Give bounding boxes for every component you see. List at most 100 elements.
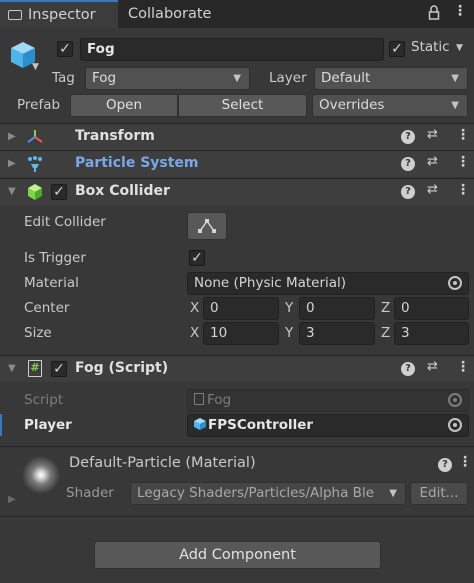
tab-bar: Inspector Collaborate ⋮ (0, 0, 474, 28)
active-checkbox[interactable]: ✓ (57, 41, 73, 57)
player-value: FPSController (208, 417, 314, 433)
icon-dropdown-arrow-icon[interactable]: ▼ (32, 62, 39, 72)
tag-label: Tag (52, 70, 75, 86)
material-divider (0, 446, 474, 447)
center-z-label: Z (381, 300, 391, 316)
box-collider-menu-icon[interactable]: ⋮ (456, 182, 470, 198)
static-dropdown-icon[interactable]: ▼ (456, 43, 463, 53)
add-component-button[interactable]: Add Component (94, 541, 381, 569)
fog-script-foldout-icon[interactable]: ▼ (8, 363, 16, 374)
layer-dropdown[interactable]: Default ▼ (314, 67, 468, 90)
center-y-field[interactable]: 0 (299, 297, 375, 320)
is-trigger-label: Is Trigger (24, 250, 86, 266)
material-menu-icon[interactable]: ⋮ (458, 454, 472, 470)
center-label: Center (24, 300, 70, 316)
inspector-icon (8, 10, 22, 20)
box-collider-header[interactable]: ▼ ✓ Box Collider ? ⇄ ⋮ (0, 178, 474, 205)
fog-script-help-icon[interactable]: ? (401, 362, 415, 376)
shader-chevron-down-icon: ▼ (389, 488, 397, 499)
lock-icon[interactable] (428, 5, 440, 21)
material-title: Default-Particle (Material) (69, 455, 256, 471)
material-value: None (Physic Material) (194, 275, 347, 291)
script-picker-icon (448, 393, 462, 407)
size-x-label: X (190, 325, 200, 341)
tab-collaborate[interactable]: Collaborate (120, 0, 240, 28)
layer-chevron-down-icon: ▼ (451, 73, 459, 84)
object-name-field[interactable]: Fog (80, 38, 384, 61)
script-label: Script (24, 392, 64, 408)
center-x-field[interactable]: 0 (203, 297, 279, 320)
prefab-overrides-dropdown[interactable]: Overrides ▼ (312, 94, 468, 117)
transform-title: Transform (75, 128, 155, 144)
fog-script-header[interactable]: ▼ # ✓ Fog (Script) ? ⇄ ⋮ (0, 355, 474, 382)
material-help-icon[interactable]: ? (438, 458, 452, 472)
particle-system-help-icon[interactable]: ? (401, 157, 415, 171)
fog-script-enabled-checkbox[interactable]: ✓ (51, 361, 67, 377)
size-y-field[interactable]: 3 (299, 322, 375, 345)
particle-system-header[interactable]: ▶ Particle System ? ⇄ ⋮ (0, 150, 474, 177)
box-collider-enabled-checkbox[interactable]: ✓ (51, 184, 67, 200)
transform-header[interactable]: ▶ Transform ? ⇄ ⋮ (0, 123, 474, 150)
transform-help-icon[interactable]: ? (401, 130, 415, 144)
tag-chevron-down-icon: ▼ (233, 73, 241, 84)
tab-inspector[interactable]: Inspector (0, 0, 118, 28)
center-z-field[interactable]: 0 (394, 297, 469, 320)
tab-collaborate-label: Collaborate (128, 6, 212, 22)
fog-script-menu-icon[interactable]: ⋮ (456, 359, 470, 375)
modified-indicator (0, 414, 2, 436)
size-z-field[interactable]: 3 (394, 322, 469, 345)
size-z-label: Z (381, 325, 391, 341)
player-picker-icon[interactable] (448, 418, 462, 432)
transform-presets-icon[interactable]: ⇄ (427, 127, 438, 142)
edit-collider-button[interactable] (187, 212, 227, 240)
layer-label: Layer (269, 70, 307, 86)
size-label: Size (24, 325, 52, 341)
shader-value: Legacy Shaders/Particles/Alpha Ble (137, 485, 374, 501)
particle-system-menu-icon[interactable]: ⋮ (456, 154, 470, 170)
transform-icon (26, 128, 44, 146)
tab-inspector-label: Inspector (28, 7, 96, 23)
transform-menu-icon[interactable]: ⋮ (456, 127, 470, 143)
edit-collider-icon (198, 219, 216, 233)
player-field[interactable]: FPSController (187, 414, 469, 437)
material-foldout-icon[interactable]: ▶ (8, 494, 16, 505)
box-collider-presets-icon[interactable]: ⇄ (427, 182, 438, 197)
shader-edit-button[interactable]: Edit... (410, 482, 468, 505)
static-label: Static (411, 39, 450, 55)
material-picker-icon[interactable] (448, 276, 462, 290)
center-y-label: Y (285, 300, 294, 316)
prefab-open-button[interactable]: Open (70, 94, 178, 117)
prefab-label: Prefab (17, 97, 61, 113)
material-label: Material (24, 275, 79, 291)
size-x-field[interactable]: 10 (203, 322, 279, 345)
particle-system-icon (26, 155, 44, 173)
size-y-label: Y (285, 325, 294, 341)
tag-dropdown[interactable]: Fog ▼ (85, 67, 250, 90)
tab-menu-icon[interactable]: ⋮ (453, 3, 467, 19)
transform-foldout-icon[interactable]: ▶ (8, 131, 16, 142)
particle-system-title: Particle System (75, 155, 199, 171)
material-field[interactable]: None (Physic Material) (187, 272, 469, 295)
is-trigger-checkbox[interactable]: ✓ (189, 250, 205, 266)
script-field: Fog (187, 389, 469, 412)
static-checkbox[interactable]: ✓ (389, 41, 405, 57)
shader-dropdown[interactable]: Legacy Shaders/Particles/Alpha Ble ▼ (130, 482, 406, 505)
material-preview-thumbnail (22, 456, 60, 494)
prefab-select-button[interactable]: Select (178, 94, 307, 117)
fog-script-presets-icon[interactable]: ⇄ (427, 359, 438, 374)
overrides-chevron-down-icon: ▼ (451, 100, 459, 111)
box-collider-foldout-icon[interactable]: ▼ (8, 186, 16, 197)
layer-value: Default (321, 70, 371, 86)
prefab-cube-icon (194, 416, 206, 430)
particle-system-presets-icon[interactable]: ⇄ (427, 154, 438, 169)
particle-system-foldout-icon[interactable]: ▶ (8, 158, 16, 169)
center-x-label: X (190, 300, 200, 316)
box-collider-title: Box Collider (75, 183, 170, 199)
script-file-icon: # (28, 360, 42, 377)
player-label: Player (24, 417, 72, 433)
box-collider-help-icon[interactable]: ? (401, 185, 415, 199)
shader-label: Shader (66, 485, 114, 501)
fog-script-title: Fog (Script) (75, 360, 169, 376)
footer-divider (0, 516, 474, 517)
edit-collider-label: Edit Collider (24, 214, 106, 230)
